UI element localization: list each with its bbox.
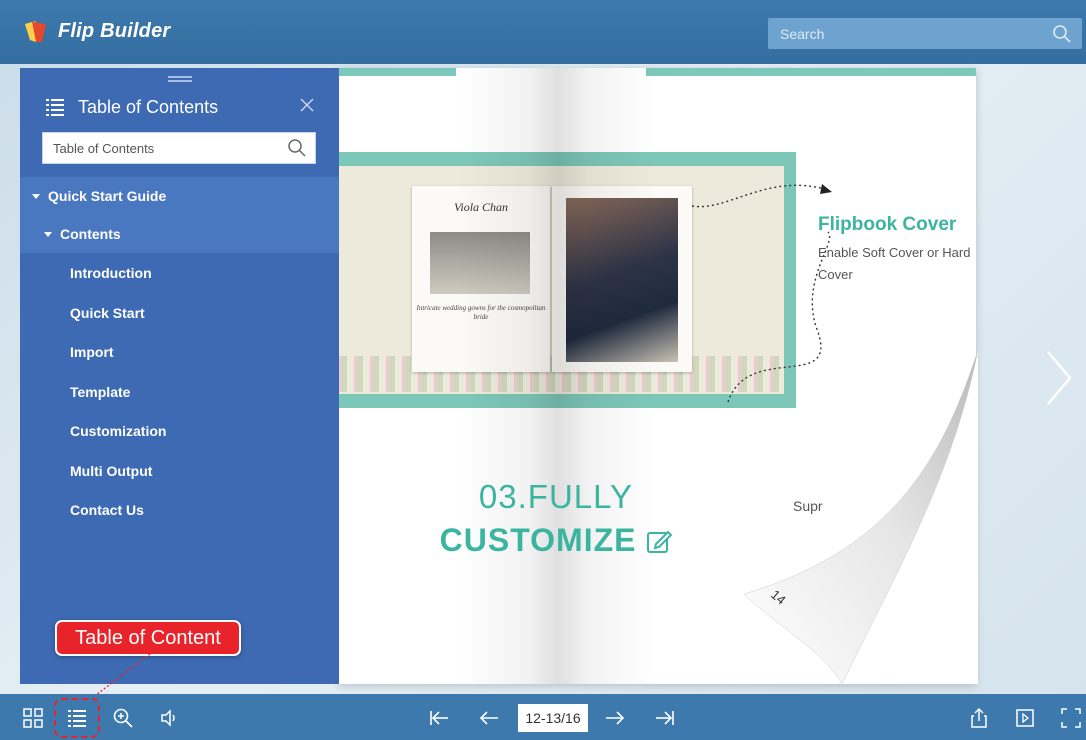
zoom-in-icon[interactable] — [112, 707, 134, 729]
close-icon[interactable] — [298, 96, 316, 114]
toc-search-box[interactable] — [42, 132, 316, 164]
page-top-stripe — [338, 68, 456, 76]
page-curl[interactable]: 14 — [742, 350, 978, 684]
toc-group-quick-start-guide[interactable]: Quick Start Guide — [20, 177, 339, 215]
last-page-icon[interactable] — [654, 707, 676, 729]
toc-item-import[interactable]: Import — [20, 333, 339, 371]
toc-group-label: Contents — [60, 226, 121, 242]
next-page-icon[interactable] — [604, 707, 626, 729]
caret-down-icon — [44, 231, 52, 237]
toc-item-multi-output[interactable]: Multi Output — [20, 452, 339, 490]
fullscreen-icon[interactable] — [1060, 707, 1082, 729]
next-page-arrow-icon[interactable] — [1040, 346, 1076, 410]
previous-page-icon[interactable] — [478, 707, 500, 729]
sound-icon[interactable] — [158, 707, 180, 729]
table-of-contents-panel: Table of Contents Quick Start Guide Cont… — [20, 68, 339, 684]
flip-builder-logo — [25, 21, 46, 42]
toc-item-contact-us[interactable]: Contact Us — [20, 491, 339, 529]
top-bar: Flip Builder — [0, 0, 1086, 64]
toc-item-introduction[interactable]: Introduction — [20, 254, 339, 292]
first-page-icon[interactable] — [428, 707, 450, 729]
search-icon[interactable] — [1052, 24, 1072, 44]
toc-item-template[interactable]: Template — [20, 373, 339, 411]
toc-item-quick-start[interactable]: Quick Start — [20, 294, 339, 332]
headline-title-text: CUSTOMIZE — [439, 522, 637, 558]
app-title: Flip Builder — [58, 20, 171, 42]
caret-down-icon — [32, 193, 40, 199]
list-icon — [46, 99, 64, 116]
share-icon[interactable] — [968, 707, 990, 729]
headline-number: 03.FULLY — [478, 478, 634, 515]
drag-handle[interactable] — [168, 76, 192, 82]
annotation-callout: Table of Content — [55, 620, 241, 656]
page-top-stripe — [646, 68, 976, 76]
toc-title: Table of Contents — [78, 97, 219, 117]
headline-title: CUSTOMIZE — [426, 522, 686, 559]
search-icon[interactable] — [287, 138, 307, 158]
toc-item-customization[interactable]: Customization — [20, 412, 339, 450]
toc-search-input[interactable] — [43, 133, 293, 163]
toc-group-contents[interactable]: Contents — [20, 215, 339, 253]
feature-title: Flipbook Cover — [818, 214, 957, 235]
book-spine — [458, 68, 658, 684]
search-box[interactable] — [768, 18, 1082, 49]
page-indicator[interactable]: 12-13/16 — [518, 704, 588, 732]
feature-description: Enable Soft Cover or Hard Cover — [818, 245, 971, 282]
thumbnails-grid-icon[interactable] — [22, 707, 44, 729]
callout-pointer — [91, 653, 151, 699]
toc-group-label: Quick Start Guide — [48, 188, 167, 204]
autoplay-icon[interactable] — [1014, 707, 1036, 729]
table-of-contents-icon[interactable] — [66, 707, 88, 729]
search-input[interactable] — [768, 18, 1062, 49]
edit-icon — [647, 530, 673, 553]
